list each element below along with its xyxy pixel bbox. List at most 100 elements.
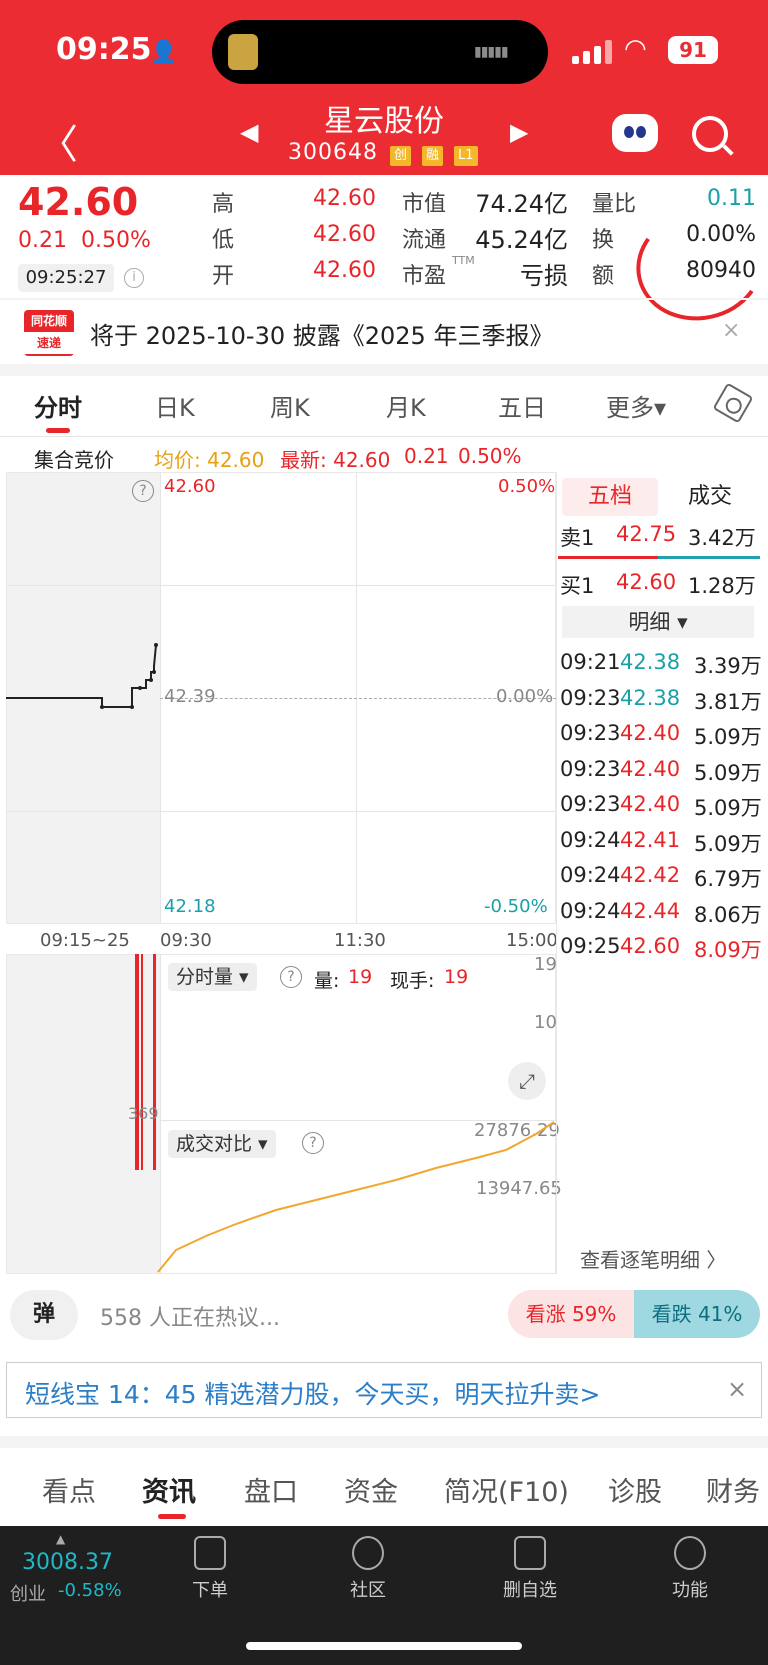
community-label[interactable]: 社区 bbox=[318, 1576, 418, 1602]
news-text: 将于 2025-10-30 披露《2025 年三季报》 bbox=[90, 322, 554, 350]
vol-axis-top: 19 bbox=[534, 954, 557, 975]
chart-settings-icon[interactable] bbox=[712, 382, 754, 424]
buy1-label: 买1 bbox=[560, 574, 595, 598]
vol-left-value: 369 bbox=[128, 1104, 159, 1123]
remove-watchlist-label[interactable]: 删自选 bbox=[480, 1576, 580, 1602]
tab-trades[interactable]: 成交 bbox=[662, 478, 758, 516]
high-label: 高 bbox=[212, 192, 235, 217]
vol-label: 量: bbox=[314, 970, 340, 992]
gridline bbox=[6, 811, 556, 812]
tab-intraday[interactable]: 分时 bbox=[34, 388, 82, 423]
info-icon[interactable]: i bbox=[124, 268, 144, 288]
tick-price: 42.60 bbox=[620, 934, 681, 958]
tab-monthly-k[interactable]: 月K bbox=[386, 388, 426, 423]
news-close-icon[interactable]: × bbox=[722, 318, 740, 343]
x-label-1130: 11:30 bbox=[334, 930, 386, 951]
order-label[interactable]: 下单 bbox=[160, 1576, 260, 1602]
mktcap-label: 市值 bbox=[402, 192, 447, 217]
detail-selector[interactable]: 明细 ▾ bbox=[562, 606, 754, 638]
float-label: 流通 bbox=[402, 228, 447, 253]
tag-l1: L1 bbox=[454, 146, 478, 166]
compare-curve bbox=[157, 1121, 555, 1273]
tab-more[interactable]: 更多▾ bbox=[606, 388, 666, 423]
tick-time: 09:24 bbox=[560, 898, 621, 923]
tag-rong: 融 bbox=[422, 146, 444, 166]
tab-daily-k[interactable]: 日K bbox=[155, 388, 195, 423]
signal-icon bbox=[572, 40, 612, 64]
volume-bar bbox=[135, 954, 139, 1170]
hot-discussion-text[interactable]: 558 人正在热议... bbox=[100, 1300, 280, 1332]
tick-price: 42.40 bbox=[620, 756, 681, 781]
hand-label: 现手: bbox=[390, 970, 435, 992]
chart-bottom-pct: -0.50% bbox=[484, 896, 548, 917]
remove-watchlist-icon[interactable] bbox=[514, 1536, 546, 1570]
tab-order-book[interactable]: 盘口 bbox=[244, 1470, 298, 1509]
index-value[interactable]: 3008.37 bbox=[22, 1550, 113, 1575]
divider bbox=[0, 364, 768, 376]
tick-volume: 8.09万 bbox=[694, 938, 762, 962]
volume-type-selector[interactable]: 分时量 ▾ bbox=[168, 963, 257, 991]
tick-time: 09:21 bbox=[560, 650, 621, 674]
help-icon[interactable]: ? bbox=[132, 480, 154, 502]
tab-profile[interactable]: 简况(F10) bbox=[444, 1470, 569, 1509]
view-all-ticks-link[interactable]: 查看逐笔明细 〉 bbox=[580, 1244, 726, 1273]
tab-highlights[interactable]: 看点 bbox=[42, 1470, 96, 1509]
tick-price: 42.38 bbox=[620, 650, 681, 674]
tick-volume: 6.79万 bbox=[694, 867, 762, 891]
tick-volume: 5.09万 bbox=[694, 796, 762, 820]
tab-financials[interactable]: 财务 bbox=[706, 1470, 760, 1509]
tick-volume: 3.81万 bbox=[694, 689, 762, 714]
robot-assistant-icon[interactable] bbox=[612, 114, 658, 152]
expand-icon[interactable]: ⤢ bbox=[508, 1062, 546, 1100]
price-change: 0.21 0.50% bbox=[18, 228, 151, 253]
danmu-button[interactable]: 弹 bbox=[10, 1290, 78, 1340]
tick-time: 09:24 bbox=[560, 827, 621, 852]
tick-price: 42.40 bbox=[620, 792, 681, 816]
wifi-icon: ◠ bbox=[624, 34, 647, 64]
auction-pct: 0.50% bbox=[458, 444, 522, 468]
news-banner[interactable]: 同花顺 速递 将于 2025-10-30 披露《2025 年三季报》 × bbox=[0, 300, 768, 364]
order-icon[interactable] bbox=[194, 1536, 226, 1570]
promo-close-icon[interactable]: × bbox=[727, 1375, 747, 1403]
prev-stock-button[interactable]: ◀ bbox=[240, 118, 258, 146]
menu-icon[interactable] bbox=[674, 1536, 706, 1570]
promo-banner[interactable]: 短线宝 14：45 精选潜力股，今天买，明天拉升卖> × bbox=[6, 1362, 762, 1418]
index-change: -0.58% bbox=[58, 1580, 122, 1601]
tab-weekly-k[interactable]: 周K bbox=[270, 388, 310, 423]
help-icon[interactable]: ? bbox=[280, 966, 302, 988]
auction-avg: 均价: 42.60 bbox=[154, 448, 265, 472]
tick-price: 42.40 bbox=[620, 721, 681, 745]
amount-label: 额 bbox=[592, 264, 615, 289]
x-label-1500: 15:00 bbox=[506, 930, 558, 951]
chart-top-price: 42.60 bbox=[164, 476, 216, 497]
buy-bar bbox=[658, 556, 760, 559]
tab-diagnosis[interactable]: 诊股 bbox=[608, 1470, 662, 1509]
chart-top-pct: 0.50% bbox=[498, 476, 556, 497]
bullish-vote-button[interactable]: 看涨 59% bbox=[508, 1290, 634, 1338]
x-label-0930: 09:30 bbox=[160, 930, 212, 951]
vol-axis-mid: 10 bbox=[534, 1012, 557, 1033]
community-icon[interactable] bbox=[352, 1536, 384, 1570]
volume-bar bbox=[141, 954, 143, 1170]
tab-news[interactable]: 资讯 bbox=[142, 1470, 196, 1509]
x-label-auction: 09:15~25 bbox=[40, 930, 130, 951]
tick-price: 42.42 bbox=[620, 863, 681, 887]
divider bbox=[0, 1436, 768, 1448]
pe-label: 市盈 bbox=[402, 264, 447, 289]
low-label: 低 bbox=[212, 228, 235, 253]
current-price: 42.60 bbox=[18, 180, 139, 224]
sell-bar bbox=[558, 556, 658, 559]
auction-label: 集合竞价 bbox=[34, 448, 114, 472]
menu-label[interactable]: 功能 bbox=[640, 1576, 740, 1602]
auction-price-line bbox=[6, 643, 158, 709]
tab-five-day[interactable]: 五日 bbox=[498, 388, 546, 423]
mktcap-value: 74.24亿 bbox=[475, 190, 568, 218]
next-stock-button[interactable]: ▶ bbox=[510, 118, 528, 146]
tab-capital[interactable]: 资金 bbox=[344, 1470, 398, 1509]
tick-price: 42.38 bbox=[620, 685, 681, 710]
tick-time: 09:23 bbox=[560, 721, 621, 745]
tab-five-levels[interactable]: 五档 bbox=[562, 478, 658, 516]
search-icon[interactable] bbox=[692, 116, 728, 152]
bearish-vote-button[interactable]: 看跌 41% bbox=[634, 1290, 760, 1338]
tick-time: 09:23 bbox=[560, 792, 621, 816]
